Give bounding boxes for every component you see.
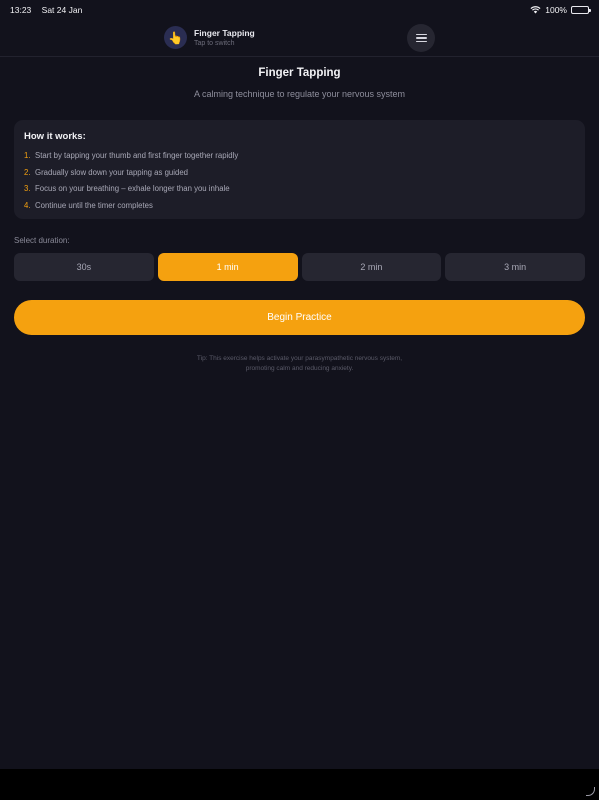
step-text: Focus on your breathing – exhale longer … — [35, 184, 230, 193]
how-it-works-title: How it works: — [24, 131, 86, 142]
exercise-subtitle: Tap to switch — [194, 40, 235, 47]
exercise-title: Finger Tapping — [194, 28, 255, 38]
pointing-hand-icon: 👆 — [164, 26, 187, 49]
exercise-switcher[interactable]: 👆 Finger Tapping Tap to switch — [164, 26, 255, 49]
page-title: Finger Tapping — [258, 67, 341, 79]
step-text: Gradually slow down your tapping as guid… — [35, 167, 188, 177]
step-number: 4. — [24, 200, 31, 210]
status-left: 13:23 Sat 24 Jan — [10, 5, 90, 15]
step-item: 3. Focus on your breathing – exhale long… — [24, 184, 575, 201]
step-item: 4. Continue until the timer completes — [24, 201, 575, 218]
bottom-bar — [0, 769, 599, 800]
step-text: Continue until the timer completes — [35, 200, 153, 210]
step-item: 1. Start by tapping your thumb and first… — [24, 151, 575, 168]
top-header: 👆 Finger Tapping Tap to switch — [0, 20, 599, 57]
battery-percent: 100% — [545, 5, 567, 15]
status-bar: 13:23 Sat 24 Jan 100% — [0, 0, 599, 20]
duration-2min-button[interactable]: 2 min — [301, 253, 442, 281]
step-number: 2. — [24, 167, 31, 177]
page-subtitle: A calming technique to regulate your ner… — [193, 89, 406, 99]
tip-line-1: Tip: This exercise helps activate your p… — [196, 355, 403, 362]
tip-line-2: promoting calm and reducing anxiety. — [245, 364, 354, 372]
tip-text: Tip: This exercise helps activate your p… — [0, 354, 599, 373]
step-number: 1. — [24, 151, 31, 160]
menu-button[interactable] — [407, 24, 435, 52]
duration-30s-button[interactable]: 30s — [14, 253, 154, 281]
battery-icon — [571, 6, 591, 14]
duration-label: Select duration: — [14, 236, 70, 245]
steps-list: 1. Start by tapping your thumb and first… — [24, 151, 575, 217]
exercise-switcher-text: Finger Tapping Tap to switch — [194, 28, 255, 47]
status-time: 13:23 — [10, 5, 32, 15]
wifi-icon — [530, 6, 541, 14]
step-item: 2. Gradually slow down your tapping as g… — [24, 168, 575, 185]
resize-handle-icon[interactable] — [586, 787, 595, 796]
how-it-works-card: How it works: 1. Start by tapping your t… — [14, 120, 585, 219]
duration-selector: 30s 1 min 2 min 3 min — [14, 253, 585, 281]
begin-practice-button[interactable]: Begin Practice — [14, 300, 585, 335]
status-date: Sat 24 Jan — [41, 5, 83, 15]
status-right: 100% — [530, 5, 591, 15]
duration-1min-button[interactable]: 1 min — [157, 253, 298, 281]
hamburger-icon — [415, 33, 427, 35]
step-number: 3. — [24, 184, 31, 193]
step-text: Start by tapping your thumb and first fi… — [35, 151, 239, 160]
duration-3min-button[interactable]: 3 min — [445, 253, 585, 281]
